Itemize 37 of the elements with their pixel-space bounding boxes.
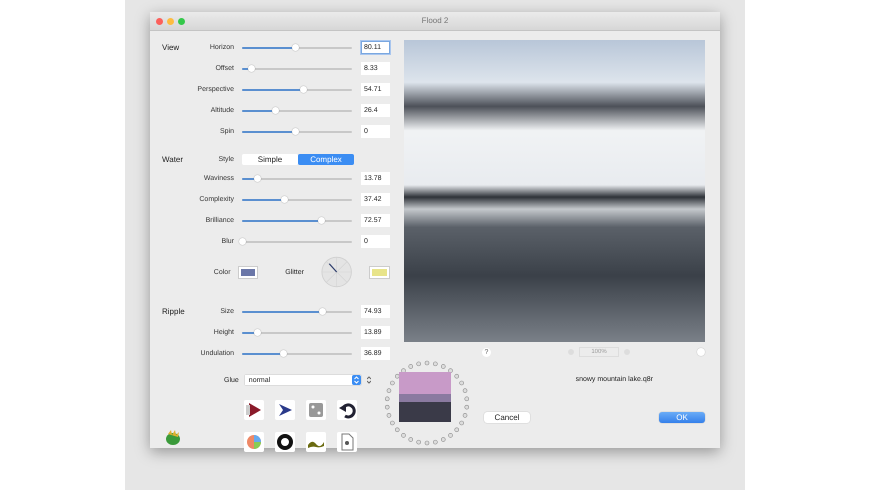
ring-icon xyxy=(275,432,295,452)
stepper-icon[interactable] xyxy=(366,376,371,384)
slider-thumb[interactable] xyxy=(292,128,299,134)
minimize-button[interactable] xyxy=(167,18,174,24)
color-wheel-icon xyxy=(244,432,264,452)
wave-icon xyxy=(308,440,324,450)
slider-thumb[interactable] xyxy=(292,44,299,50)
slider-thumb[interactable] xyxy=(319,308,326,314)
tool-button[interactable] xyxy=(275,432,295,452)
options-button[interactable] xyxy=(697,348,705,356)
segment-button[interactable]: Simple xyxy=(242,154,298,165)
dice-icon xyxy=(306,400,326,420)
section-title: View xyxy=(162,43,180,52)
slider-thumb[interactable] xyxy=(272,106,279,114)
color-well[interactable] xyxy=(238,266,258,278)
glitter-well[interactable] xyxy=(369,266,390,278)
slider-thumb[interactable] xyxy=(280,196,288,202)
slider-thumb[interactable] xyxy=(254,328,262,336)
slider-thumb[interactable] xyxy=(318,216,326,224)
close-button[interactable] xyxy=(156,18,163,24)
tool-button[interactable] xyxy=(337,400,357,420)
tool-button[interactable] xyxy=(337,432,357,452)
window-title: Flood 2 xyxy=(422,16,448,25)
dialog-button[interactable]: Cancel xyxy=(484,412,530,423)
app-logo-icon xyxy=(164,428,182,446)
tool-button[interactable] xyxy=(244,400,264,420)
section-title: Water xyxy=(162,155,184,164)
dropdown-arrows-icon xyxy=(352,375,361,385)
slider-thumb[interactable] xyxy=(248,64,255,72)
angle-dial[interactable] xyxy=(320,255,352,289)
slider-thumb[interactable] xyxy=(280,350,287,356)
zoom-button[interactable] xyxy=(178,18,185,24)
slider-thumb[interactable] xyxy=(239,238,246,244)
section-title: Ripple xyxy=(162,307,186,316)
slider-thumb[interactable] xyxy=(300,86,306,92)
tool-button[interactable] xyxy=(275,400,295,420)
slider-thumb[interactable] xyxy=(254,174,262,182)
